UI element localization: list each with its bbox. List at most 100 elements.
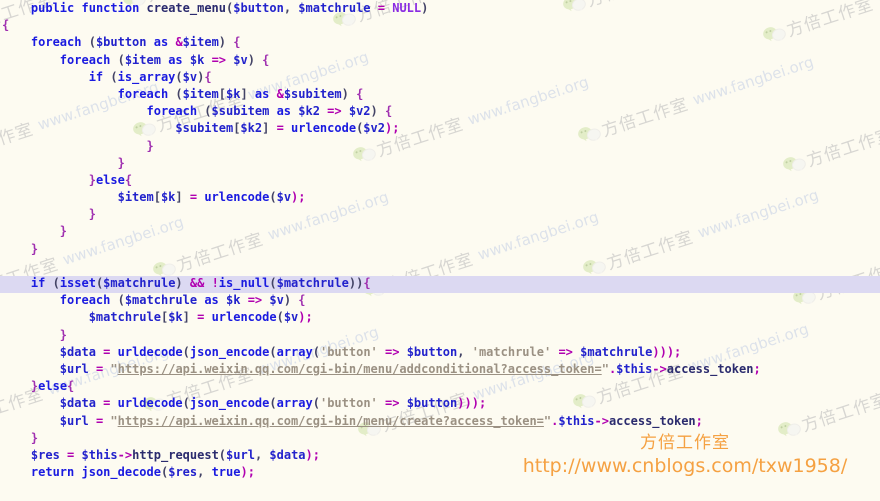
code-token: (	[218, 447, 227, 462]
code-token: $v2	[363, 121, 385, 136]
code-token: $this	[558, 413, 595, 428]
code-token: {	[204, 69, 212, 84]
code-line[interactable]: $item[$k] = urlencode($v);	[0, 189, 880, 206]
code-token: (	[168, 86, 183, 101]
code-line[interactable]: foreach ($button as &$item) {	[0, 34, 880, 51]
code-line[interactable]: $data = urldecode(json_encode(array('but…	[0, 344, 880, 361]
code-token: );	[305, 447, 320, 462]
code-line[interactable]: }else{	[0, 172, 880, 189]
code-token: )	[218, 35, 234, 50]
code-line[interactable]: $matchrule[$k] = urlencode($v);	[0, 309, 880, 326]
code-token: $k	[160, 190, 176, 205]
code-line[interactable]: }	[0, 223, 880, 240]
code-token: foreach	[146, 104, 198, 119]
code-line[interactable]: $subitem[$k2] = urlencode($v2);	[0, 120, 880, 137]
code-token: $v	[276, 190, 292, 205]
code-token: ]	[240, 86, 255, 101]
code-token: as	[204, 293, 219, 308]
code-token: (	[269, 344, 277, 359]
code-token: (	[182, 396, 190, 411]
code-token: as	[168, 52, 183, 67]
code-token: ,	[457, 344, 472, 359]
code-token: {	[2, 18, 10, 33]
code-line[interactable]: foreach ($subitem as $k2 => $v2) {	[0, 103, 880, 120]
code-line-selected[interactable]: if (isset($matchrule) && !is_null($match…	[0, 275, 880, 292]
code-token: $v	[182, 69, 198, 84]
code-token: ))	[348, 276, 364, 290]
code-token: $url	[59, 413, 89, 428]
code-token: $res	[168, 465, 198, 480]
code-token: ]	[175, 190, 190, 205]
code-line[interactable]: foreach ($matchrule as $k => $v) {	[0, 292, 880, 309]
code-token: ->	[652, 361, 667, 376]
code-token: [	[218, 86, 226, 101]
code-token: )	[283, 293, 299, 308]
code-token: (	[81, 35, 96, 50]
code-token: ->	[117, 447, 133, 462]
code-line[interactable]: foreach ($item as $k => $v) {	[0, 52, 880, 69]
code-line[interactable]: }	[0, 138, 880, 155]
code-token: $k2	[298, 104, 320, 119]
code-line[interactable]: $url = "https://api.weixin.qq.com/cgi-bi…	[0, 413, 880, 430]
code-token: $matchrule	[103, 276, 176, 290]
php-code-block[interactable]: public function create_menu($button, $ma…	[0, 0, 880, 498]
code-token: access_token	[608, 413, 696, 428]
code-token: !	[211, 276, 219, 290]
code-line[interactable]: $url = "https://api.weixin.qq.com/cgi-bi…	[0, 361, 880, 378]
code-token: (	[110, 293, 125, 308]
code-token: ]	[182, 310, 198, 325]
code-token: else	[95, 172, 125, 187]
code-token: &	[276, 86, 284, 101]
code-token: =>	[558, 344, 573, 359]
code-line[interactable]: $res = $this->http_request($url, $data);	[0, 447, 880, 464]
code-line[interactable]: $data = urldecode(json_encode(array('but…	[0, 395, 880, 412]
code-token: ;	[753, 361, 761, 376]
code-token: as	[276, 104, 292, 119]
code-line[interactable]: return json_decode($res, true);	[0, 464, 880, 481]
code-line[interactable]: }	[0, 327, 880, 344]
code-line[interactable]: foreach ($item[$k] as &$subitem) {	[0, 86, 880, 103]
code-token: isset	[59, 276, 96, 290]
code-token: ;	[695, 413, 703, 428]
code-token: json_encode	[189, 396, 270, 411]
code-line[interactable]: if (is_array($v){	[0, 69, 880, 86]
code-line[interactable]: }	[0, 430, 880, 447]
code-token: foreach	[59, 52, 111, 67]
code-line[interactable]: public function create_menu($button, $ma…	[0, 0, 880, 17]
code-line[interactable]	[0, 258, 880, 275]
code-token: else	[38, 379, 68, 394]
code-line[interactable]: }else{	[0, 378, 880, 395]
code-token: $k	[226, 293, 241, 308]
code-line[interactable]: }	[0, 241, 880, 258]
code-token: 'matchrule'	[471, 344, 552, 359]
code-line[interactable]: }	[0, 206, 880, 223]
code-line[interactable]	[0, 481, 880, 498]
code-line[interactable]: {	[0, 17, 880, 34]
code-line[interactable]: }	[0, 155, 880, 172]
code-token: if	[88, 69, 104, 84]
code-token: ]	[262, 121, 277, 136]
code-token: (	[276, 310, 284, 325]
code-token: public	[30, 1, 75, 15]
